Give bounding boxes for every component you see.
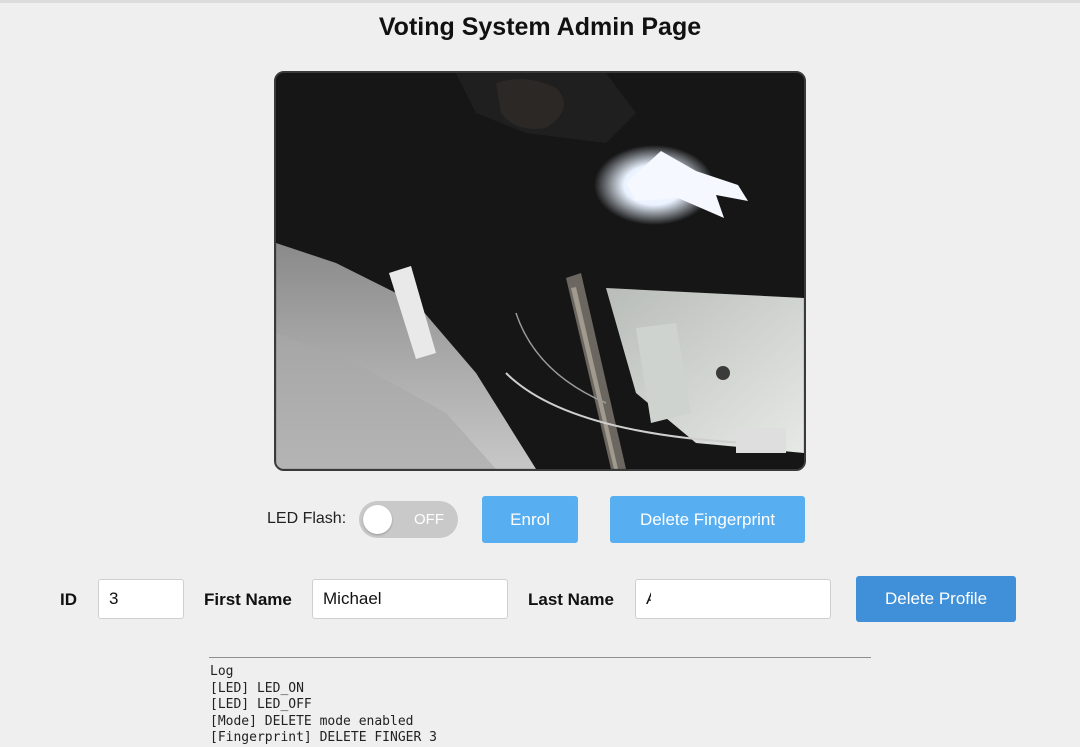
first-name-label: First Name (204, 590, 292, 609)
log-line: [Fingerprint] DELETE FINGER 3 (210, 730, 437, 746)
first-name-field[interactable] (312, 579, 508, 619)
log-line: [Mode] DELETE mode enabled (210, 713, 414, 729)
delete-fingerprint-button[interactable]: Delete Fingerprint (610, 496, 805, 543)
led-flash-label: LED Flash: (267, 510, 347, 527)
id-field[interactable] (98, 579, 184, 619)
delete-profile-button[interactable]: Delete Profile (856, 576, 1016, 622)
device-controls: LED Flash: OFF Enrol Delete Fingerprint (0, 496, 1080, 543)
redacted-overlay (651, 585, 691, 613)
toggle-knob (363, 505, 392, 534)
log-title: Log (210, 664, 234, 679)
log-line: [LED] LED_ON (210, 680, 304, 696)
log-divider (209, 657, 871, 658)
camera-stream (274, 71, 806, 471)
log-panel: Log [LED] LED_ON [LED] LED_OFF [Mode] DELET… (210, 664, 870, 747)
log-line: [LED] LED_OFF (210, 697, 312, 713)
profile-form: ID First Name Last Name Delete Profile (0, 576, 1080, 623)
id-label: ID (60, 590, 77, 609)
enrol-button[interactable]: Enrol (482, 496, 578, 543)
toggle-state-label: OFF (414, 511, 444, 528)
last-name-label: Last Name (528, 590, 614, 609)
top-divider (0, 0, 1080, 3)
page-title: Voting System Admin Page (378, 13, 702, 41)
camera-feed-image (276, 73, 804, 469)
led-flash-toggle[interactable]: OFF (359, 501, 458, 538)
last-name-field-wrapper (635, 579, 831, 619)
